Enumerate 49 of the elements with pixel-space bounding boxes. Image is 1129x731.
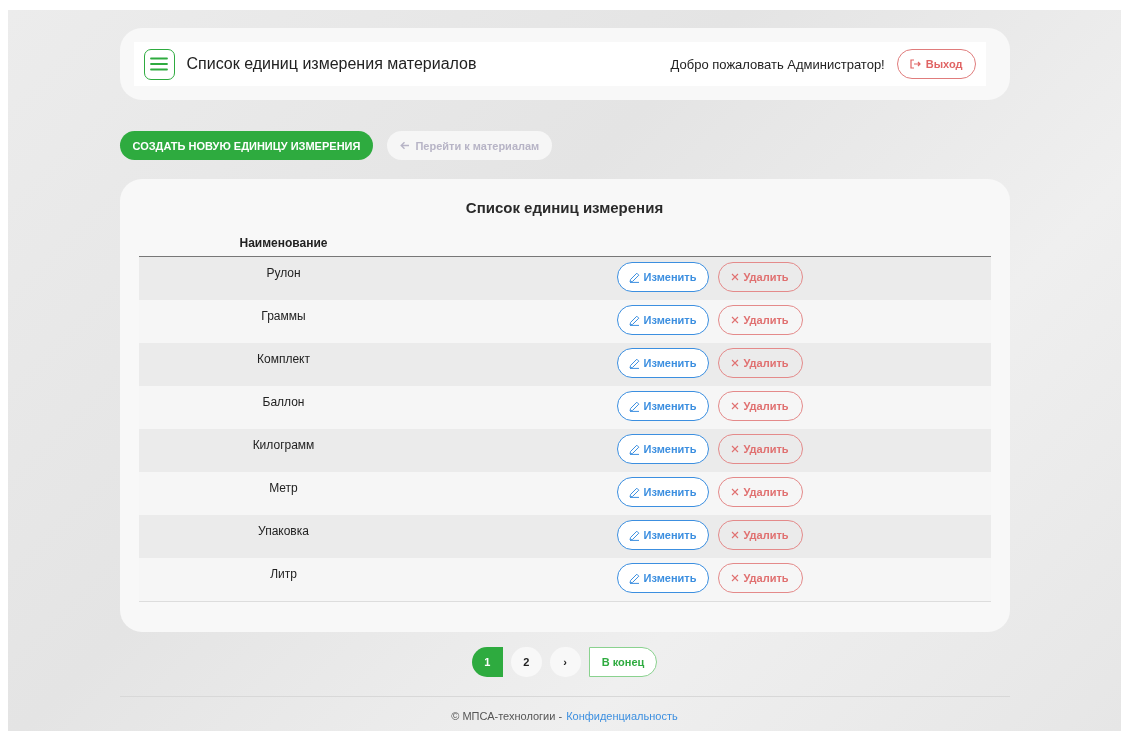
pencil-icon <box>628 443 640 455</box>
close-icon <box>731 359 740 367</box>
table-cell-text: Рулон <box>266 266 301 282</box>
table-cell-text: Килограмм <box>252 438 315 454</box>
close-icon <box>731 445 740 453</box>
edit-button[interactable]: Изменить <box>616 434 709 464</box>
edit-button[interactable]: Изменить <box>616 563 709 593</box>
go-to-materials-button[interactable]: Перейти к материалам <box>387 131 553 160</box>
pencil-icon <box>628 271 640 283</box>
arrow-left-icon <box>400 141 411 150</box>
welcome-text: Добро пожаловать Администратор! <box>670 56 885 72</box>
page-title: Список единиц измерения материалов <box>186 55 478 73</box>
table-cell-text: Литр <box>270 567 297 583</box>
create-unit-button[interactable]: СОЗДАТЬ НОВУЮ ЕДИНИЦУ ИЗМЕРЕНИЯ <box>119 131 374 160</box>
close-icon <box>731 316 740 324</box>
table-cell-text: Комплект <box>257 352 310 368</box>
edit-button[interactable]: Изменить <box>616 262 709 292</box>
pencil-icon <box>628 357 640 369</box>
last-page-button[interactable]: В конец <box>588 647 658 677</box>
pencil-icon <box>628 400 640 412</box>
table-cell-text: Метр <box>269 481 298 497</box>
close-icon <box>731 402 740 410</box>
table-cell-text: Граммы <box>261 309 306 325</box>
pencil-icon <box>628 314 640 326</box>
close-icon <box>731 574 740 582</box>
table-cell-text: Баллон <box>262 395 305 411</box>
logout-icon <box>909 59 921 69</box>
page-button[interactable]: 1 <box>471 647 503 677</box>
copyright-text: © МПСА-технологии - <box>451 710 563 722</box>
logout-button[interactable]: Выход <box>896 49 976 79</box>
edit-button[interactable]: Изменить <box>616 477 709 507</box>
column-header: Наименование <box>239 236 328 250</box>
edit-button[interactable]: Изменить <box>616 305 709 335</box>
edit-button[interactable]: Изменить <box>616 391 709 421</box>
edit-button[interactable]: Изменить <box>616 520 709 550</box>
menu-icon <box>150 57 168 71</box>
close-icon <box>731 273 740 281</box>
next-page-button[interactable]: › <box>549 647 581 677</box>
privacy-link[interactable]: Конфиденциальность <box>566 710 678 722</box>
pencil-icon <box>628 572 640 584</box>
page-button[interactable]: 2 <box>510 647 542 677</box>
pencil-icon <box>628 529 640 541</box>
table-title: Список единиц измерения <box>464 199 665 216</box>
menu-button[interactable] <box>143 48 175 80</box>
close-icon <box>731 488 740 496</box>
edit-button[interactable]: Изменить <box>616 348 709 378</box>
close-icon <box>731 531 740 539</box>
pencil-icon <box>628 486 640 498</box>
table-cell-text: Упаковка <box>258 524 309 540</box>
